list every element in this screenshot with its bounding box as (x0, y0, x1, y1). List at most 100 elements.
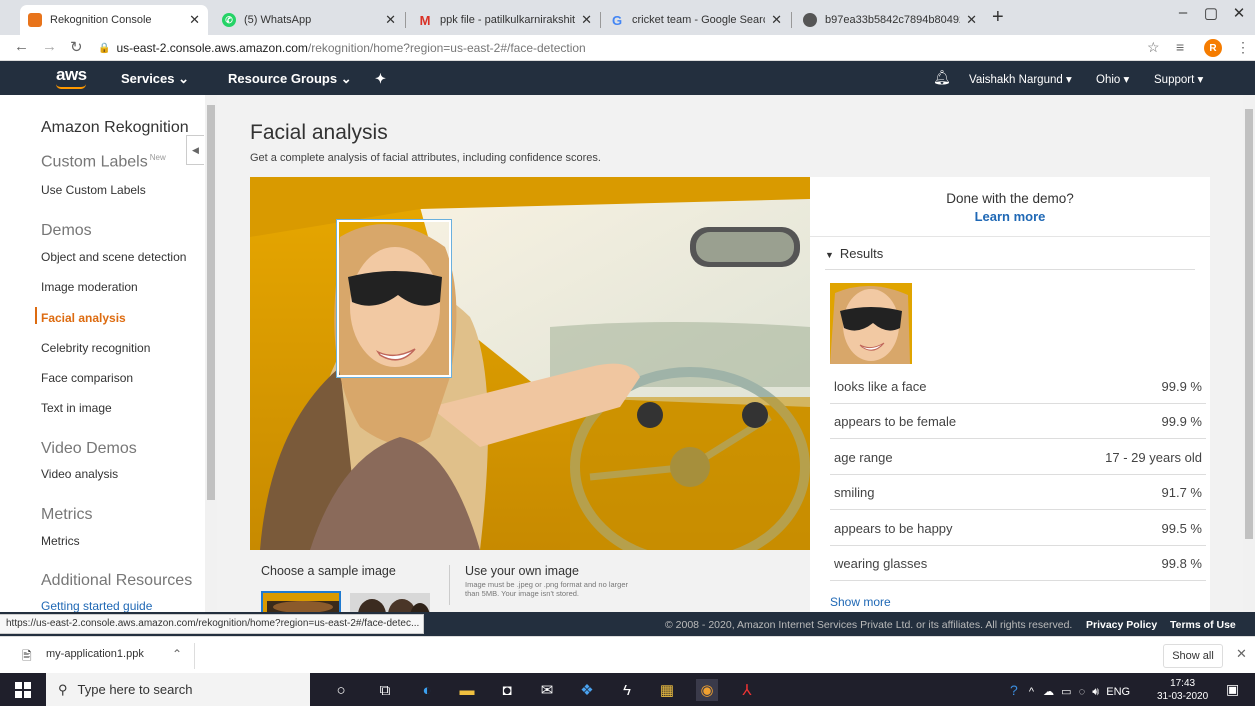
close-tab-icon[interactable]: ✕ (966, 12, 977, 28)
close-tab-icon[interactable]: ✕ (771, 12, 782, 28)
face-bounding-box[interactable] (337, 220, 451, 377)
gmail-icon: M (419, 12, 431, 28)
address-bar[interactable]: 🔒 us-east-2.console.aws.amazon.com/rekog… (98, 38, 1128, 58)
maximize-icon[interactable]: ▢ (1196, 4, 1226, 22)
close-tab-icon[interactable]: ✕ (385, 12, 396, 28)
bookmark-star-icon[interactable]: ☆ (1147, 39, 1160, 56)
copyright-text: © 2008 - 2020, Amazon Internet Services … (665, 619, 1073, 631)
reload-icon[interactable]: ↻ (70, 38, 83, 56)
tab-gmail[interactable]: M ppk file - patilkulkarnirakshita@ ✕ (410, 5, 600, 35)
sidebar-title[interactable]: Amazon Rekognition (41, 119, 189, 137)
main-scrollbar-thumb[interactable] (1245, 109, 1253, 539)
browser-menu-icon[interactable]: ⋮ (1236, 39, 1250, 56)
collapse-sidebar-button[interactable]: ◀ (186, 135, 204, 165)
windows-start-icon[interactable] (15, 682, 31, 698)
file-explorer-icon[interactable]: ▬ (456, 679, 478, 701)
divider (810, 236, 1210, 237)
pin-icon[interactable]: ✦ (375, 71, 386, 87)
lock-icon: 🔒 (98, 42, 111, 54)
tab-hash[interactable]: b97ea33b5842c7894b804923c6c ✕ (795, 5, 985, 35)
file-icon: 🖹︎ (22, 649, 32, 663)
sidebar-item-use-custom-labels[interactable]: Use Custom Labels (41, 183, 146, 197)
store-icon[interactable]: ◘ (496, 679, 518, 701)
close-tab-icon[interactable]: ✕ (581, 12, 592, 28)
aws-logo[interactable]: aws (56, 65, 87, 85)
help-icon[interactable]: ? (1010, 682, 1018, 698)
show-more-link[interactable]: Show more (830, 595, 891, 609)
mail-icon[interactable]: ✉ (536, 679, 558, 701)
done-with-demo-text: Done with the demo? (946, 191, 1074, 206)
acrobat-icon[interactable]: ⅄ (736, 679, 758, 701)
edge-icon[interactable]: ◐ (416, 679, 438, 701)
results-toggle[interactable]: ▼ Results (825, 246, 883, 261)
sample-thumb-image (263, 593, 339, 612)
close-tab-icon[interactable]: ✕ (189, 12, 200, 28)
account-menu[interactable]: Vaishakh Nargund ▾ (969, 72, 1072, 86)
link-status-bar: https://us-east-2.console.aws.amazon.com… (0, 614, 424, 634)
tab-rekognition-console[interactable]: Rekognition Console ✕ (20, 5, 208, 35)
divider (449, 565, 450, 605)
cloud-icon[interactable]: ☁ (1043, 686, 1054, 698)
car-photo-image (250, 177, 810, 550)
download-item[interactable]: my-application1.ppk (46, 648, 144, 660)
taskbar-search-box[interactable]: ⚲ Type here to search (46, 673, 310, 706)
sample-thumb-image (350, 593, 430, 612)
new-tab-button[interactable]: + (992, 6, 1004, 29)
close-shelf-icon[interactable]: ✕ (1236, 646, 1247, 662)
minimize-icon[interactable]: – (1168, 4, 1198, 21)
language-indicator[interactable]: ENG (1106, 686, 1130, 698)
sidebar-item-metrics[interactable]: Metrics (41, 534, 80, 548)
dropbox-icon[interactable]: ❖ (576, 679, 598, 701)
main-scrollbar[interactable] (1243, 95, 1255, 612)
forward-icon[interactable]: → (42, 38, 57, 55)
sidebar-item-celebrity-recognition[interactable]: Celebrity recognition (41, 341, 150, 355)
region-menu[interactable]: Ohio ▾ (1096, 72, 1129, 86)
services-menu[interactable]: Services ⌄ (121, 71, 189, 87)
sidebar-scrollbar[interactable] (205, 95, 217, 612)
page-title: Facial analysis (250, 121, 388, 144)
volume-icon[interactable]: 🔊︎ (1092, 686, 1099, 698)
sidebar-heading-video-demos: Video Demos (41, 440, 137, 457)
windows-taskbar: ⚲ Type here to search ○ ⧉ ◐ ▬ ◘ ✉ ❖ ϟ ▦ ◉… (0, 673, 1255, 706)
sidebar-item-getting-started[interactable]: Getting started guide (41, 599, 152, 612)
sample-image-thumb-2[interactable] (350, 593, 430, 612)
sidebar-item-video-analysis[interactable]: Video analysis (41, 467, 118, 481)
cortana-icon[interactable]: ○ (330, 679, 352, 701)
close-window-icon[interactable]: ✕ (1224, 4, 1254, 22)
sidebar-item-image-moderation[interactable]: Image moderation (41, 280, 138, 294)
sidebar-item-facial-analysis[interactable]: Facial analysis (41, 311, 126, 325)
reading-list-icon[interactable]: ≡ (1176, 39, 1184, 55)
terms-of-use-link[interactable]: Terms of Use (1170, 619, 1236, 631)
system-clock[interactable]: 17:43 31-03-2020 (1157, 677, 1208, 703)
sidebar-item-text-in-image[interactable]: Text in image (41, 401, 112, 415)
use-own-image-label[interactable]: Use your own image (465, 564, 579, 578)
sidebar-heading-metrics: Metrics (41, 506, 93, 523)
tab-google-search[interactable]: G cricket team - Google Search ✕ (602, 5, 790, 35)
tab-whatsapp[interactable]: ✆ (5) WhatsApp ✕ (214, 5, 404, 35)
profile-avatar[interactable]: R (1204, 39, 1222, 57)
result-row-face: looks like a face 99.9 % (830, 369, 1206, 404)
chevron-up-icon[interactable]: ^ (1029, 686, 1034, 698)
puzzle-app-icon[interactable]: ▦ (656, 679, 678, 701)
sidebar-item-face-comparison[interactable]: Face comparison (41, 371, 133, 385)
resource-groups-menu[interactable]: Resource Groups ⌄ (228, 71, 352, 87)
wifi-icon[interactable]: ◌ (1079, 686, 1086, 698)
sidebar-heading-demos: Demos (41, 222, 92, 239)
chrome-icon[interactable]: ◉ (696, 679, 718, 701)
notifications-icon[interactable]: ▣ (1226, 681, 1239, 698)
sidebar-item-object-scene[interactable]: Object and scene detection (41, 250, 186, 264)
privacy-policy-link[interactable]: Privacy Policy (1086, 619, 1157, 631)
tab-separator (600, 12, 601, 28)
app-icon[interactable]: ϟ (616, 679, 638, 701)
learn-more-link[interactable]: Learn more (810, 209, 1210, 224)
battery-icon[interactable]: ▭ (1061, 686, 1071, 698)
back-icon[interactable]: ← (14, 38, 29, 55)
chevron-down-icon: ⌄ (178, 71, 190, 86)
sample-image-thumb-1[interactable] (261, 591, 341, 612)
chevron-up-icon[interactable]: ⌃ (172, 647, 182, 661)
bell-icon[interactable]: 🔔︎ (933, 69, 951, 86)
task-view-icon[interactable]: ⧉ (374, 679, 396, 701)
support-menu[interactable]: Support ▾ (1154, 72, 1203, 86)
sidebar-scrollbar-thumb[interactable] (207, 105, 215, 500)
show-all-button[interactable]: Show all (1163, 644, 1223, 668)
